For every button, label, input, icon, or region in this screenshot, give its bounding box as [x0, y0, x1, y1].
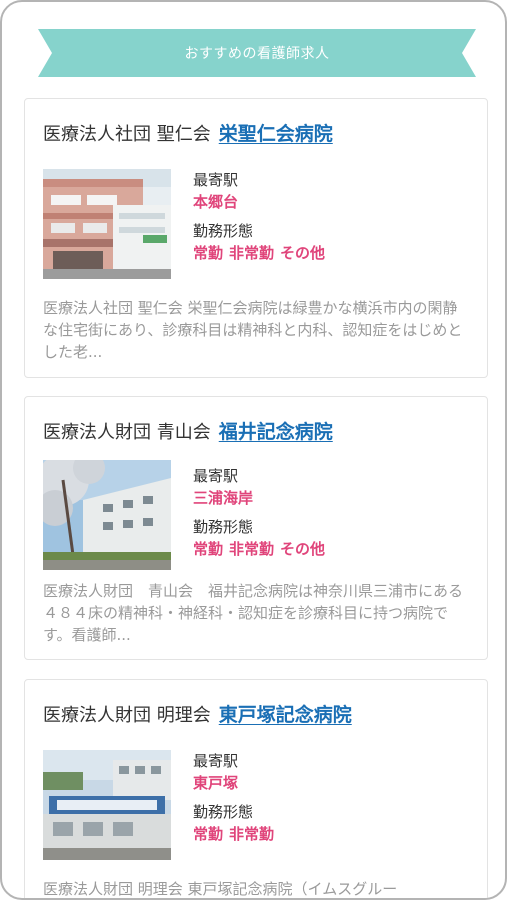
work-style-label: 勤務形態 [193, 803, 254, 821]
job-card[interactable]: 医療法人財団 青山会 福井記念病院 最寄駅 三浦海岸 勤務形態 常勤 非常勤 そ… [24, 396, 488, 660]
card-title: 医療法人財団 青山会 福井記念病院 [43, 417, 333, 444]
station-label: 最寄駅 [193, 752, 239, 770]
work-style-tag: その他 [280, 540, 326, 558]
hospital-link[interactable]: 栄聖仁会病院 [219, 119, 333, 146]
work-style-tag: その他 [280, 244, 326, 262]
organization-name: 医療法人社団 聖仁会 [43, 124, 211, 145]
app-frame: おすすめの看護師求人 医療法人社団 聖仁会 栄聖仁会病院 最寄駅 本郷台 勤務形… [0, 0, 507, 900]
job-info: 最寄駅 三浦海岸 勤務形態 常勤 非常勤 その他 [193, 465, 331, 567]
work-style-label: 勤務形態 [193, 518, 254, 536]
work-style-tag: 常勤 [193, 244, 224, 262]
job-info: 最寄駅 本郷台 勤務形態 常勤 非常勤 その他 [193, 169, 331, 271]
job-description: 医療法人財団 明理会 東戸塚記念病院（イムスグルー [43, 880, 398, 898]
job-card[interactable]: 医療法人財団 明理会 東戸塚記念病院 最寄駅 東戸塚 勤務形態 常勤 非常勤 医… [24, 679, 488, 898]
work-style-tag: 非常勤 [229, 540, 275, 558]
station-label: 最寄駅 [193, 467, 239, 485]
work-style-tag: 常勤 [193, 540, 224, 558]
banner-title: おすすめの看護師求人 [184, 46, 330, 62]
hospital-link[interactable]: 福井記念病院 [219, 417, 333, 444]
station-value: 東戸塚 [193, 774, 239, 792]
organization-name: 医療法人財団 青山会 [43, 422, 211, 443]
hospital-link[interactable]: 東戸塚記念病院 [219, 700, 352, 727]
work-style-values: 常勤 非常勤 その他 [193, 538, 331, 560]
work-style-values: 常勤 非常勤 [193, 823, 280, 845]
job-description: 医療法人社団 聖仁会 栄聖仁会病院は緑豊かな横浜市内の閑静な住宅街にあり、診療科… [43, 299, 463, 361]
station-label: 最寄駅 [193, 171, 239, 189]
hospital-cherry-blossom-photo[interactable] [43, 460, 171, 570]
work-style-label: 勤務形態 [193, 222, 254, 240]
job-info: 最寄駅 東戸塚 勤務形態 常勤 非常勤 [193, 750, 280, 852]
work-style-tag: 常勤 [193, 825, 224, 843]
work-style-tag: 非常勤 [229, 825, 275, 843]
job-card[interactable]: 医療法人社団 聖仁会 栄聖仁会病院 最寄駅 本郷台 勤務形態 常勤 非常勤 その… [24, 98, 488, 378]
hospital-building-photo[interactable] [43, 169, 171, 279]
card-title: 医療法人社団 聖仁会 栄聖仁会病院 [43, 119, 333, 146]
card-title: 医療法人財団 明理会 東戸塚記念病院 [43, 700, 352, 727]
work-style-tag: 非常勤 [229, 244, 275, 262]
organization-name: 医療法人財団 明理会 [43, 705, 211, 726]
station-value: 三浦海岸 [193, 489, 254, 507]
hospital-sign-photo[interactable] [43, 750, 171, 860]
recommended-jobs-banner: おすすめの看護師求人 [38, 29, 476, 77]
station-value: 本郷台 [193, 193, 239, 211]
job-description: 医療法人財団 青山会 福井記念病院は神奈川県三浦市にある４８４床の精神科・神経科… [43, 582, 464, 644]
work-style-values: 常勤 非常勤 その他 [193, 242, 331, 264]
